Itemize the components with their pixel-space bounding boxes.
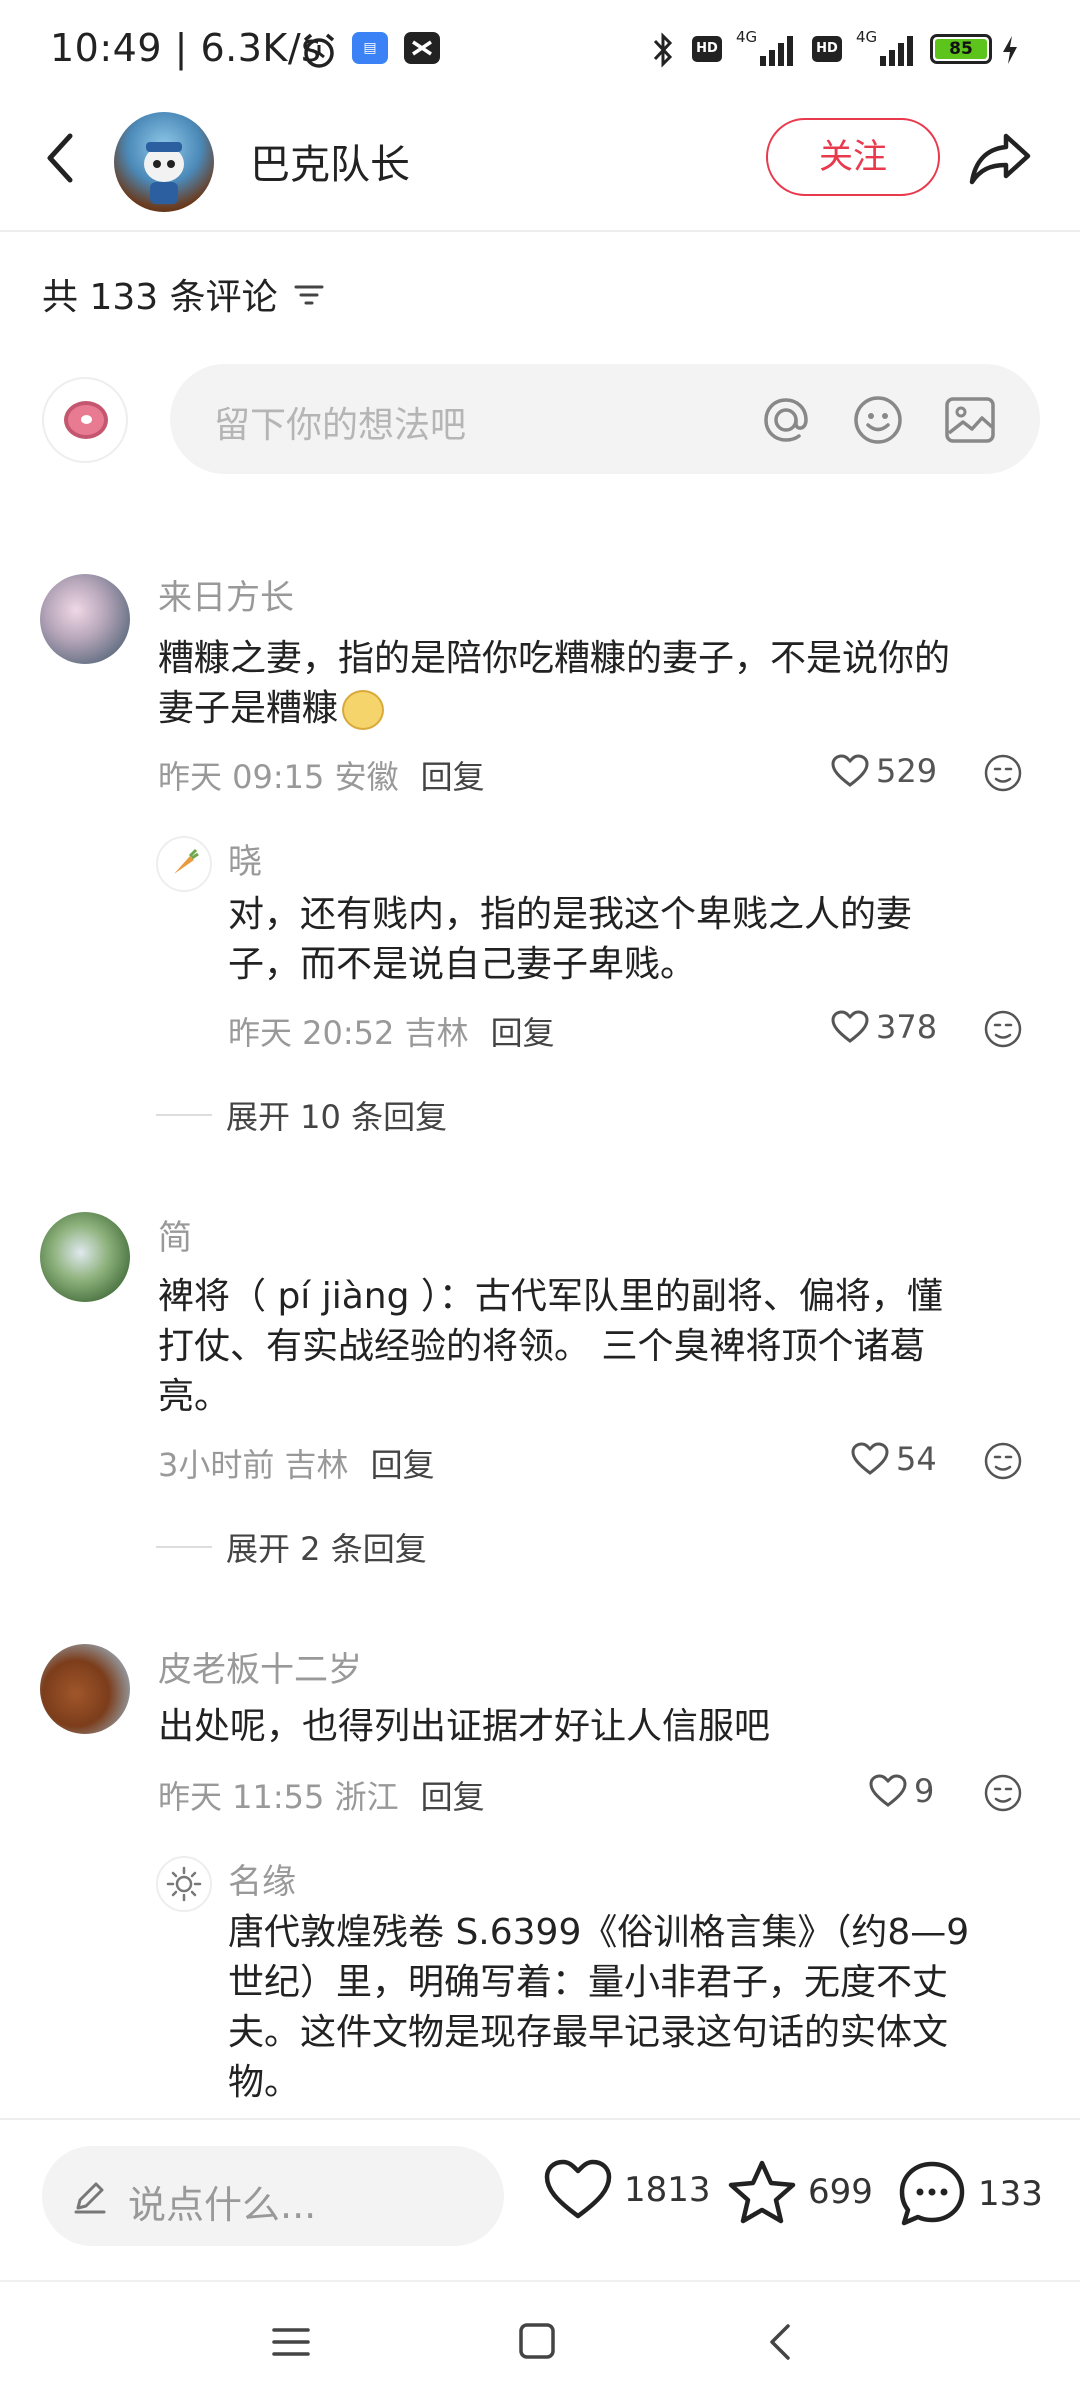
reply-button[interactable]: 回复 xyxy=(421,758,485,796)
commenter-avatar[interactable] xyxy=(40,574,130,664)
reply-avatar[interactable] xyxy=(156,1856,212,1912)
signal-icon-1: 4G xyxy=(734,28,800,70)
commenter-avatar[interactable] xyxy=(40,1644,130,1734)
heart-icon xyxy=(544,2159,612,2219)
commenter-name[interactable]: 简 xyxy=(158,1210,192,1259)
status-time: 10:49 | 6.3K/s xyxy=(50,26,322,70)
battery-icon: 85 xyxy=(930,34,992,64)
react-emoji-icon[interactable] xyxy=(982,1008,1024,1050)
divider xyxy=(156,1546,212,1548)
comment-input-row: 留下你的想法吧 xyxy=(0,364,1080,474)
reply-name[interactable]: 晓 xyxy=(228,834,262,883)
alarm-icon xyxy=(303,33,335,68)
like-button[interactable]: 9 xyxy=(868,1772,934,1810)
react-emoji-icon[interactable] xyxy=(982,752,1024,794)
reply-avatar[interactable] xyxy=(156,836,212,892)
top-bar: 巴克队长 关注 xyxy=(0,100,1080,232)
like-post-button[interactable]: 1813 xyxy=(542,2158,711,2222)
star-icon xyxy=(728,2160,796,2224)
react-emoji-icon[interactable] xyxy=(982,1772,1024,1814)
reply-text[interactable]: 对，还有贱内，指的是我这个卑贱之人的妻 子，而不是说自己妻子卑贱。 xyxy=(228,890,912,990)
react-emoji-icon[interactable] xyxy=(982,1440,1024,1482)
comment-input-placeholder: 留下你的想法吧 xyxy=(214,405,467,446)
divider xyxy=(156,1114,212,1116)
heart-icon xyxy=(831,1010,869,1043)
back-nav-icon[interactable] xyxy=(764,2320,796,2364)
expand-replies-button[interactable]: 展开 10 条回复 xyxy=(156,1092,447,1138)
favorite-button[interactable]: 699 xyxy=(726,2158,873,2226)
reply-meta: 昨天 20:52 吉林 回复 xyxy=(228,1014,555,1052)
signal-icon-2: 4G xyxy=(854,28,920,70)
follow-button[interactable]: 关注 xyxy=(766,118,940,196)
donut-avatar-icon xyxy=(64,401,108,439)
sticker-emoji-icon xyxy=(342,690,385,730)
say-something-input[interactable]: 说点什么... xyxy=(42,2146,504,2246)
menu-icon[interactable] xyxy=(270,2322,312,2362)
bluetooth-icon xyxy=(653,32,673,68)
image-icon[interactable] xyxy=(942,392,998,448)
comment-text[interactable]: 出处呢，也得列出证据才好让人信服吧 xyxy=(158,1702,770,1752)
hd-icon-2: HD xyxy=(812,36,842,62)
sun-icon xyxy=(166,1866,202,1902)
say-something-placeholder: 说点什么... xyxy=(128,2183,317,2227)
comment-text[interactable]: 裨将（ pí jiàng ）：古代军队里的副将、偏将，懂 打仗、有实战经验的将领… xyxy=(158,1272,943,1422)
reply-button[interactable]: 回复 xyxy=(491,1014,555,1052)
like-button[interactable]: 378 xyxy=(830,1008,937,1046)
like-button[interactable]: 529 xyxy=(830,752,937,790)
comment-button[interactable]: 133 xyxy=(896,2158,1043,2230)
system-nav-bar xyxy=(0,2280,1080,2400)
carrot-icon xyxy=(174,848,199,874)
reply-text[interactable]: 唐代敦煌残卷 S.6399《俗训格言集》（约8—9 世纪）里，明确写着：量小非君… xyxy=(228,1908,969,2108)
app-notification-icon: ▤ xyxy=(352,32,388,64)
status-bar: 10:49 | 6.3K/s ▤ HD 4G HD 4G 85 xyxy=(0,0,1080,100)
commenter-name[interactable]: 皮老板十二岁 xyxy=(158,1642,362,1691)
pencil-icon xyxy=(74,2182,106,2214)
chat-bubble-icon xyxy=(899,2161,965,2226)
sort-filter-icon[interactable] xyxy=(292,279,326,309)
comment-count-row: 共 133 条评论 xyxy=(42,268,326,320)
bottom-action-bar: 说点什么... 1813 699 133 xyxy=(0,2118,1080,2280)
commenter-name[interactable]: 来日方长 xyxy=(158,570,294,619)
author-name[interactable]: 巴克队长 xyxy=(250,132,410,190)
my-avatar xyxy=(42,377,128,463)
heart-icon xyxy=(851,1442,889,1475)
expand-replies-button[interactable]: 展开 2 条回复 xyxy=(156,1524,427,1570)
comment-count: 共 133 条评论 xyxy=(42,277,278,318)
comment-meta: 昨天 09:15 安徽 回复 xyxy=(158,758,485,796)
emoji-icon[interactable] xyxy=(850,392,906,448)
like-button[interactable]: 54 xyxy=(850,1440,937,1478)
reply-name[interactable]: 名缘 xyxy=(228,1854,296,1903)
back-icon[interactable] xyxy=(38,128,82,188)
comment-meta: 3小时前 吉林 回复 xyxy=(158,1446,435,1484)
comment-text[interactable]: 糟糠之妻，指的是陪你吃糟糠的妻子，不是说你的 妻子是糟糠 xyxy=(158,634,950,734)
charging-icon xyxy=(1003,36,1017,64)
hd-icon-1: HD xyxy=(692,36,722,62)
comment-meta: 昨天 11:55 浙江 回复 xyxy=(158,1778,485,1816)
heart-icon xyxy=(869,1774,907,1807)
share-icon[interactable] xyxy=(966,122,1036,192)
author-avatar[interactable] xyxy=(114,112,214,212)
mention-icon[interactable] xyxy=(758,392,814,448)
home-icon[interactable] xyxy=(516,2320,558,2362)
battery-level: 85 xyxy=(935,39,987,59)
capcut-notification-icon xyxy=(404,32,440,64)
reply-button[interactable]: 回复 xyxy=(421,1778,485,1816)
reply-button[interactable]: 回复 xyxy=(371,1446,435,1484)
comment-input[interactable]: 留下你的想法吧 xyxy=(170,364,1040,474)
commenter-avatar[interactable] xyxy=(40,1212,130,1302)
heart-icon xyxy=(831,754,869,787)
